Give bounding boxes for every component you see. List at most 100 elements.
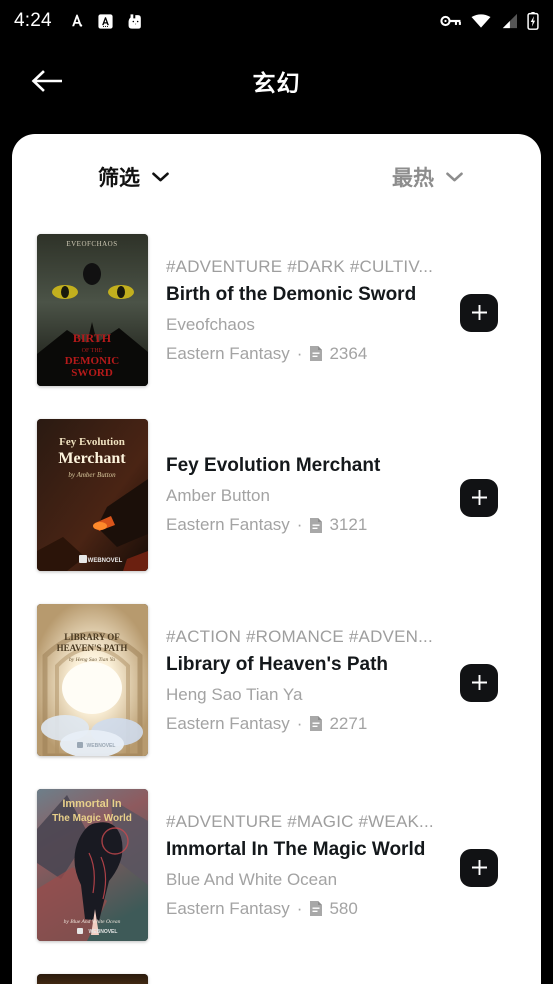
cover-art-fey-evolution-merchant: Fey Evolution Merchant by Amber Button W…	[37, 419, 148, 571]
book-title: Fey Evolution Merchant	[166, 455, 381, 476]
svg-text:SWORD: SWORD	[71, 367, 113, 379]
svg-text:by Amber Button: by Amber Button	[68, 471, 116, 479]
book-chapter-count: 3121	[329, 515, 368, 534]
book-author: Eveofchaos	[166, 314, 255, 334]
plus-icon	[471, 860, 487, 875]
svg-text:DEMONIC: DEMONIC	[65, 355, 119, 367]
svg-text:OF THE: OF THE	[82, 348, 103, 354]
document-icon	[310, 716, 323, 731]
meta-separator: ·	[296, 713, 303, 733]
book-chapter-count: 2271	[329, 713, 368, 733]
status-bar-clock: 4:24	[14, 10, 52, 31]
book-title: Immortal In The Magic World	[166, 838, 426, 860]
book-genre: Eastern Fantasy	[166, 713, 290, 733]
svg-text:WEBNOVEL: WEBNOVEL	[88, 558, 123, 564]
svg-text:BIRTH: BIRTH	[73, 331, 112, 345]
book-title: Birth of the Demonic Sword	[166, 283, 417, 305]
document-icon	[310, 517, 323, 533]
status-bar: 4:24	[0, 0, 553, 42]
plus-icon	[471, 305, 487, 320]
cover-art-birth-of-the-demonic-sword: EVEOFCHAOS BIRTH OF THE DEMONIC SWORD	[37, 234, 148, 386]
book-author: Heng Sao Tian Ya	[166, 684, 303, 704]
document-icon	[310, 901, 323, 916]
meta-separator: ·	[296, 343, 303, 363]
book-meta: Eastern Fantasy · 580	[166, 899, 450, 919]
book-meta: Eastern Fantasy · 3121	[166, 515, 450, 535]
chevron-down-icon	[152, 172, 169, 182]
svg-text:Fey Evolution: Fey Evolution	[59, 436, 125, 448]
book-info	[148, 974, 460, 984]
list-item[interactable]: Immortal In The Magic World by Blue And …	[37, 775, 516, 960]
book-title: Library of Heaven's Path	[166, 653, 389, 675]
svg-text:WEBNOVEL: WEBNOVEL	[87, 743, 116, 749]
book-cover[interactable]: Fey Evolution Merchant by Amber Button W…	[37, 419, 148, 571]
book-tags: #ADVENTURE #DARK #CULTIV...	[166, 256, 434, 276]
svg-text:The Magic World: The Magic World	[52, 813, 132, 824]
meta-separator: ·	[296, 898, 303, 918]
document-icon	[310, 346, 323, 361]
battery-charging-icon	[527, 12, 539, 30]
svg-text:by Blue And White Ocean: by Blue And White Ocean	[64, 919, 121, 925]
list-item[interactable]	[37, 960, 516, 984]
svg-text:EVEOFCHAOS: EVEOFCHAOS	[66, 240, 117, 248]
back-arrow-icon	[31, 70, 62, 92]
book-cover[interactable]: EVEOFCHAOS BIRTH OF THE DEMONIC SWORD	[37, 234, 148, 386]
status-bar-system-icons	[440, 12, 539, 30]
cellular-signal-icon	[502, 13, 517, 29]
add-to-library-button[interactable]	[460, 293, 498, 332]
assistant-a-icon	[71, 14, 83, 27]
book-author: Blue And White Ocean	[166, 869, 338, 889]
book-author: Amber Button	[166, 486, 270, 505]
cover-art-immortal-in-the-magic-world: Immortal In The Magic World by Blue And …	[37, 789, 148, 941]
page-title: 玄幻	[252, 70, 301, 96]
vpn-key-icon	[440, 15, 461, 27]
book-cover[interactable]: LIBRARY OF HEAVEN'S PATH by Heng Sao Tia…	[37, 604, 148, 756]
book-chapter-count: 2364	[329, 343, 368, 363]
book-list: EVEOFCHAOS BIRTH OF THE DEMONIC SWORD #A…	[12, 220, 541, 984]
app-bar: 玄幻	[0, 42, 553, 120]
list-item[interactable]: LIBRARY OF HEAVEN'S PATH by Heng Sao Tia…	[37, 590, 516, 775]
book-tags: #ADVENTURE #MAGIC #WEAK...	[166, 811, 434, 831]
meta-separator: ·	[296, 515, 303, 534]
status-bar-notifications	[68, 12, 144, 31]
svg-text:Merchant: Merchant	[58, 450, 126, 467]
plus-icon	[471, 490, 487, 505]
book-cover[interactable]: Immortal In The Magic World by Blue And …	[37, 789, 148, 941]
content-sheet: 筛选 最热 EVEOFCHAOS BIRTH OF THE DEMONIC SW…	[12, 134, 541, 984]
svg-text:by Heng Sao Tian Ya: by Heng Sao Tian Ya	[69, 657, 115, 663]
book-meta: Eastern Fantasy · 2364	[166, 344, 450, 364]
list-item[interactable]: Fey Evolution Merchant by Amber Button W…	[37, 405, 516, 590]
list-item[interactable]: EVEOFCHAOS BIRTH OF THE DEMONIC SWORD #A…	[37, 220, 516, 405]
book-info: Fey Evolution Merchant Amber Button East…	[148, 419, 460, 571]
add-to-library-button[interactable]	[460, 478, 498, 517]
book-genre: Eastern Fantasy	[166, 515, 290, 534]
book-cover[interactable]	[37, 974, 148, 984]
phone-screen: 4:24 玄幻 筛选 最热 EVEOFCHAOS BIRTH OF THE DE…	[0, 0, 553, 984]
book-info: #ADVENTURE #DARK #CULTIV... Birth of the…	[148, 234, 460, 386]
filter-dropdown[interactable]: 筛选	[98, 162, 169, 192]
book-chapter-count: 580	[329, 898, 358, 918]
filter-bar: 筛选 最热	[12, 134, 541, 220]
svg-text:LIBRARY OF: LIBRARY OF	[64, 632, 120, 642]
sort-dropdown[interactable]: 最热	[392, 162, 463, 192]
wifi-icon	[471, 14, 491, 28]
chevron-down-icon	[446, 172, 463, 182]
book-info: #ADVENTURE #MAGIC #WEAK... Immortal In T…	[148, 789, 460, 941]
sort-dropdown-label: 最热	[392, 167, 434, 190]
add-to-library-button[interactable]	[460, 663, 498, 702]
svg-text:Immortal In: Immortal In	[62, 798, 122, 810]
svg-text:HEAVEN'S PATH: HEAVEN'S PATH	[57, 643, 128, 653]
cover-art-library-of-heavens-path: LIBRARY OF HEAVEN'S PATH by Heng Sao Tia…	[37, 604, 148, 756]
boxed-a-notification-icon	[98, 13, 113, 29]
back-button[interactable]	[26, 61, 66, 101]
add-to-library-button[interactable]	[460, 848, 498, 887]
book-meta: Eastern Fantasy · 2271	[166, 714, 450, 734]
book-tags: #ACTION #ROMANCE #ADVEN...	[166, 626, 433, 646]
book-genre: Eastern Fantasy	[166, 898, 290, 918]
book-genre: Eastern Fantasy	[166, 343, 290, 363]
svg-text:WEBNOVEL: WEBNOVEL	[89, 929, 118, 935]
book-info: #ACTION #ROMANCE #ADVEN... Library of He…	[148, 604, 460, 756]
cover-art-partial	[37, 974, 148, 984]
plus-icon	[471, 675, 487, 690]
cat-app-icon	[128, 13, 141, 29]
